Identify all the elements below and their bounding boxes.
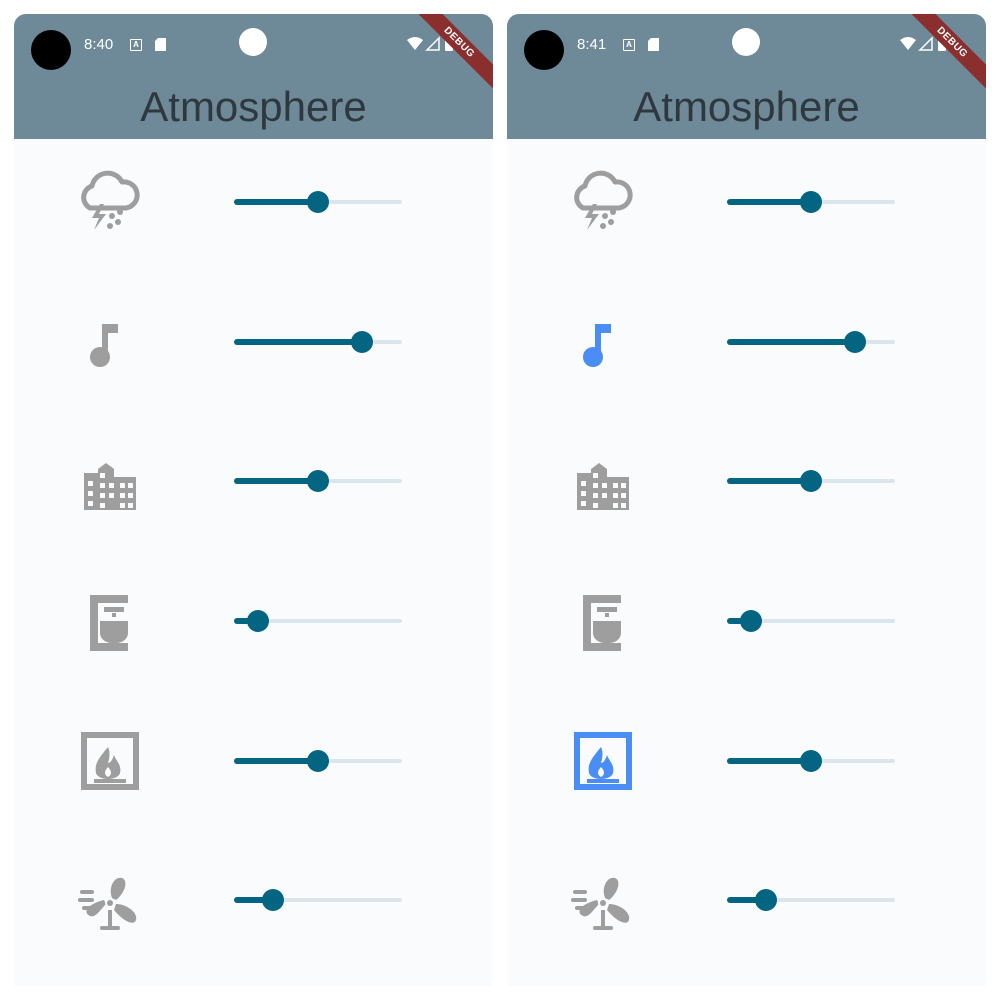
slider-fill xyxy=(234,758,318,764)
slider-fill xyxy=(727,339,855,345)
wifi-icon xyxy=(900,37,916,50)
signal-icon xyxy=(425,36,440,51)
slider-fill xyxy=(727,758,811,764)
slider-thumb[interactable] xyxy=(307,750,329,772)
sound-row-fan xyxy=(507,844,986,954)
sound-row-city xyxy=(14,425,493,535)
app-bar: 8:40 A DEBUG Atmosphere xyxy=(14,14,493,139)
sound-row-music xyxy=(14,286,493,396)
sound-row-coffee xyxy=(14,565,493,675)
notification-dot-icon xyxy=(732,28,760,56)
sound-row-rain xyxy=(507,146,986,256)
slider-fill xyxy=(727,478,811,484)
sound-row-coffee xyxy=(507,565,986,675)
camera-cutout xyxy=(524,30,564,70)
slider-thumb[interactable] xyxy=(262,889,284,911)
slider-thumb[interactable] xyxy=(307,191,329,213)
volume-slider-fireplace[interactable] xyxy=(727,749,897,773)
status-time: 8:40 xyxy=(84,36,114,53)
slider-fill xyxy=(234,478,318,484)
coffee-maker-icon[interactable] xyxy=(563,583,639,659)
slider-thumb[interactable] xyxy=(755,889,777,911)
app-bar: 8:41 A DEBUG Atmosphere xyxy=(507,14,986,139)
thunderstorm-icon[interactable] xyxy=(70,164,146,240)
coffee-maker-icon[interactable] xyxy=(70,583,146,659)
volume-slider-fireplace[interactable] xyxy=(234,749,404,773)
sound-row-fireplace xyxy=(507,705,986,815)
slider-thumb[interactable] xyxy=(307,470,329,492)
sound-row-fireplace xyxy=(14,705,493,815)
fireplace-icon[interactable] xyxy=(70,723,146,799)
slider-fill xyxy=(234,199,318,205)
volume-slider-fan[interactable] xyxy=(234,888,404,912)
sd-card-icon xyxy=(648,38,659,51)
music-note-icon[interactable] xyxy=(70,304,146,380)
volume-slider-city[interactable] xyxy=(234,469,404,493)
volume-slider-rain[interactable] xyxy=(727,190,897,214)
volume-slider-music[interactable] xyxy=(727,330,897,354)
slider-thumb[interactable] xyxy=(247,610,269,632)
sound-row-rain xyxy=(14,146,493,256)
sound-row-fan xyxy=(14,844,493,954)
notification-dot-icon xyxy=(239,28,267,56)
sound-row-city xyxy=(507,425,986,535)
slider-thumb[interactable] xyxy=(844,331,866,353)
fan-icon[interactable] xyxy=(563,862,639,938)
slider-thumb[interactable] xyxy=(800,191,822,213)
slider-thumb[interactable] xyxy=(800,750,822,772)
slider-thumb[interactable] xyxy=(800,470,822,492)
volume-slider-fan[interactable] xyxy=(727,888,897,912)
phone-screen-1: 8:40 A DEBUG Atmosphere xyxy=(14,14,493,986)
status-time: 8:41 xyxy=(577,36,607,53)
notification-a-icon: A xyxy=(623,39,635,51)
phone-screen-2: 8:41 A DEBUG Atmosphere xyxy=(507,14,986,986)
sound-row-music xyxy=(507,286,986,396)
music-note-icon[interactable] xyxy=(563,304,639,380)
notification-a-icon: A xyxy=(130,39,142,51)
slider-fill xyxy=(234,339,362,345)
volume-slider-coffee[interactable] xyxy=(234,609,404,633)
city-building-icon[interactable] xyxy=(563,443,639,519)
city-building-icon[interactable] xyxy=(70,443,146,519)
volume-slider-coffee[interactable] xyxy=(727,609,897,633)
signal-icon xyxy=(918,36,933,51)
wifi-icon xyxy=(407,37,423,50)
slider-thumb[interactable] xyxy=(740,610,762,632)
fan-icon[interactable] xyxy=(70,862,146,938)
fireplace-icon[interactable] xyxy=(563,723,639,799)
camera-cutout xyxy=(31,30,71,70)
page-title: Atmosphere xyxy=(140,83,367,130)
page-title: Atmosphere xyxy=(633,83,860,130)
slider-fill xyxy=(727,199,811,205)
volume-slider-rain[interactable] xyxy=(234,190,404,214)
slider-thumb[interactable] xyxy=(351,331,373,353)
volume-slider-music[interactable] xyxy=(234,330,404,354)
volume-slider-city[interactable] xyxy=(727,469,897,493)
sd-card-icon xyxy=(155,38,166,51)
thunderstorm-icon[interactable] xyxy=(563,164,639,240)
